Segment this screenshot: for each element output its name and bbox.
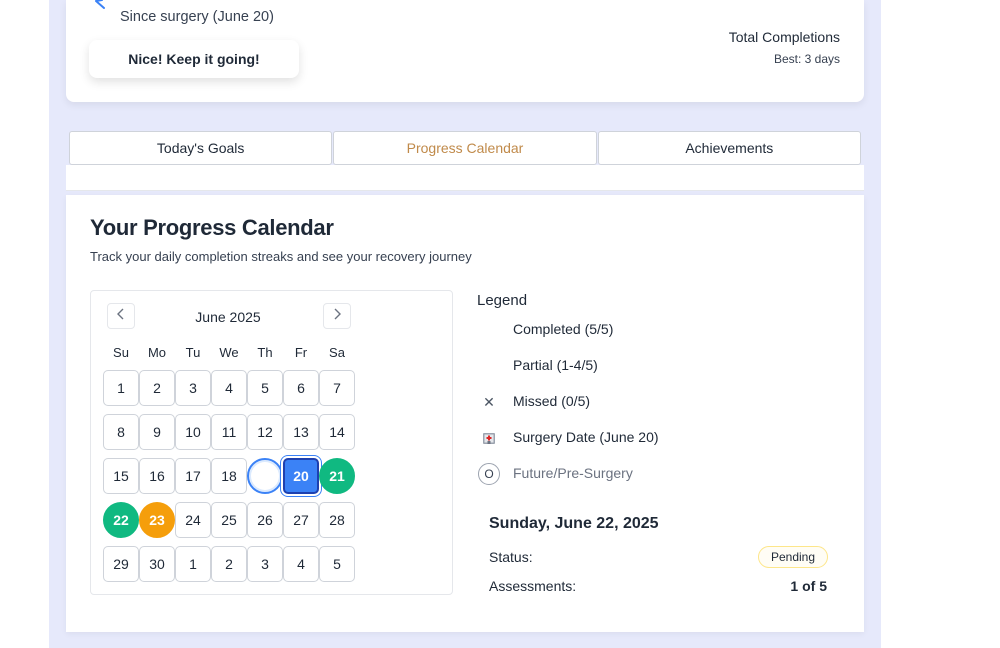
legend-item-missed: ✕ Missed (0/5) [477,390,777,414]
calendar-day-plain[interactable]: 4 [211,370,247,406]
calendar-day-partial[interactable]: 23 [139,502,175,538]
legend-label: Surgery Date (June 20) [513,429,659,445]
tab-divider [66,165,864,191]
selected-date-title: Sunday, June 22, 2025 [489,515,659,532]
calendar-day-plain[interactable]: 13 [283,414,319,450]
calendar-day-plain[interactable]: 5 [319,546,355,582]
legend-label: Missed (0/5) [513,393,591,409]
status-badge: Pending [758,546,828,568]
calendar-day-surgery[interactable]: 20 [283,458,319,494]
tab-bar: Today's Goals Progress Calendar Achievem… [69,131,861,165]
page-subtitle: Track your daily completion streaks and … [90,249,472,264]
lightning-icon [88,0,110,15]
legend-label: Partial (1-4/5) [513,357,598,373]
best-streak-label: Best: 3 days [773,52,840,66]
legend-label: Future/Pre-Surgery [513,465,633,481]
calendar-day-plain[interactable]: 4 [283,546,319,582]
legend-title: Legend [477,292,528,309]
tab-achievements[interactable]: Achievements [597,131,861,165]
assessments-value: 1 of 5 [790,578,827,594]
future-circle-icon: O [478,463,500,485]
calendar-day-plain[interactable]: 7 [319,370,355,406]
weekday-header: Su [113,345,129,360]
page-title: Your Progress Calendar [90,215,334,240]
calendar-day-plain[interactable]: 3 [175,370,211,406]
weekday-header: Tu [185,345,201,360]
calendar-day-plain[interactable]: 9 [139,414,175,450]
calendar-day-plain[interactable]: 18 [211,458,247,494]
weekday-header: Th [257,345,273,360]
calendar-day-plain[interactable]: 14 [319,414,355,450]
calendar-day-plain[interactable]: 6 [283,370,319,406]
x-icon: ✕ [483,393,495,410]
chevron-right-icon [332,307,342,325]
tab-progress-calendar[interactable]: Progress Calendar [333,131,597,165]
total-completions-label: Total Completions [728,29,840,45]
calendar-day-plain[interactable]: 25 [211,502,247,538]
legend-item-partial: Partial (1-4/5) [477,354,777,378]
calendar-day-plain[interactable]: 16 [139,458,175,494]
calendar-day-plain[interactable]: 8 [103,414,139,450]
encouragement-message: Nice! Keep it going! [89,40,299,78]
calendar-day-plain[interactable]: 2 [211,546,247,582]
next-month-button[interactable] [323,303,351,329]
legend-item-future: O Future/Pre-Surgery [477,462,777,486]
calendar-day-plain[interactable]: 3 [247,546,283,582]
calendar-day-plain[interactable]: 1 [175,546,211,582]
calendar-day-plain[interactable]: 28 [319,502,355,538]
calendar-day-plain[interactable]: 5 [247,370,283,406]
calendar-day-plain[interactable]: 17 [175,458,211,494]
calendar-day-plain[interactable]: 1 [103,370,139,406]
legend-label: Completed (5/5) [513,321,614,337]
calendar-day-plain[interactable]: 15 [103,458,139,494]
hospital-icon [477,426,501,450]
tab-todays-goals[interactable]: Today's Goals [69,131,333,165]
calendar-day-plain[interactable]: 27 [283,502,319,538]
calendar-day-plain[interactable]: 12 [247,414,283,450]
legend-item-surgery: Surgery Date (June 20) [477,426,777,450]
partial-swatch [477,354,501,378]
calendar-day-plain[interactable]: 30 [139,546,175,582]
calendar-day-today-ring[interactable] [247,458,283,494]
calendar-day-plain[interactable]: 11 [211,414,247,450]
calendar-day-completed[interactable]: 22 [103,502,139,538]
assessments-label: Assessments: [489,578,577,594]
weekday-header: Sa [329,345,345,360]
calendar-day-plain[interactable]: 29 [103,546,139,582]
calendar-day-plain[interactable]: 24 [175,502,211,538]
status-label: Status: [489,549,533,565]
calendar-day-plain[interactable]: 10 [175,414,211,450]
completed-swatch [477,318,501,342]
weekday-header: Fr [294,345,308,360]
legend-item-completed: Completed (5/5) [477,318,777,342]
since-surgery-text: Since surgery (June 20) [120,9,274,25]
calendar-day-plain[interactable]: 26 [247,502,283,538]
calendar-day-completed[interactable]: 21 [319,458,355,494]
weekday-header: Mo [147,345,167,360]
weekday-header: We [219,345,239,360]
calendar-day-plain[interactable]: 2 [139,370,175,406]
